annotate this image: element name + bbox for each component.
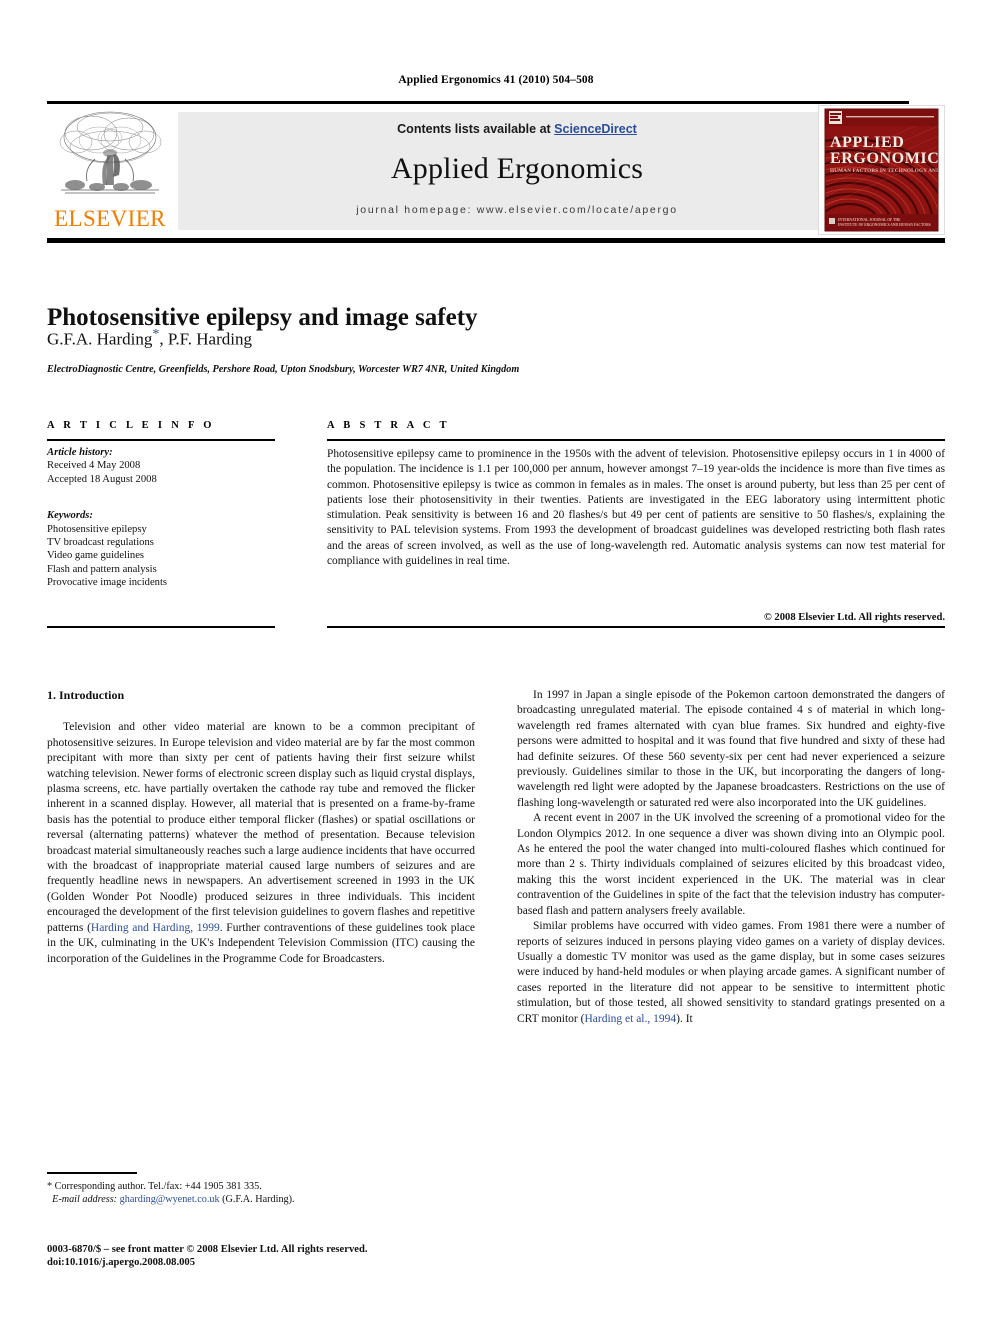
svg-text:APPLIED: APPLIED	[830, 134, 904, 151]
keywords-heading: Keywords:	[47, 510, 93, 522]
doi-line: doi:10.1016/j.apergo.2008.08.005	[47, 1257, 196, 1269]
keyword-item: Photosensitive epilepsy	[47, 523, 147, 535]
paragraph: A recent event in 2007 in the UK involve…	[517, 812, 945, 917]
article-history-accepted: Accepted 18 August 2008	[47, 473, 157, 485]
running-head: Applied Ergonomics 41 (2010) 504–508	[398, 74, 594, 86]
citation-link[interactable]: Harding and Harding, 1999	[91, 922, 220, 934]
paragraph: In 1997 in Japan a single episode of the…	[517, 689, 945, 809]
email-label: E-mail address:	[52, 1194, 118, 1206]
contents-available-line: Contents lists available at ScienceDirec…	[178, 122, 856, 136]
article-info-label: A R T I C L E I N F O	[47, 420, 215, 431]
paragraph-text: Similar problems have occurred with vide…	[517, 920, 945, 1025]
contents-band: Contents lists available at ScienceDirec…	[178, 112, 856, 230]
body-column-left: 1. Introduction Television and other vid…	[47, 688, 475, 967]
abstract-bottom-rule	[327, 626, 945, 628]
email-owner: (G.F.A. Harding).	[222, 1194, 295, 1206]
abstract-top-rule	[327, 439, 945, 441]
footnote-rule	[47, 1172, 137, 1174]
article-info-column: Article history: Received 4 May 2008 Acc…	[47, 446, 297, 592]
issn-line: 0003-6870/$ – see front matter © 2008 El…	[47, 1244, 368, 1255]
sciencedirect-link[interactable]: ScienceDirect	[554, 122, 637, 136]
paragraph: Similar problems have occurred with vide…	[517, 919, 945, 1027]
journal-title: Applied Ergonomics	[390, 152, 644, 185]
author-secondary: , P.F. Harding	[159, 329, 252, 349]
paragraph-text-tail: ). It	[676, 1012, 693, 1025]
issn-footer: 0003-6870/$ – see front matter © 2008 El…	[47, 1243, 517, 1270]
article-history-heading: Article history:	[47, 447, 113, 458]
header-bottom-rule	[47, 238, 945, 243]
publisher-wordmark: ELSEVIER	[54, 206, 166, 231]
svg-text:ERGONOMICS: ERGONOMICS	[830, 150, 944, 167]
publisher-logo[interactable]: ELSEVIER	[47, 105, 173, 235]
keyword-item: Video game guidelines	[47, 550, 145, 562]
svg-text:INSTITUTE OF ERGONOMICS AND HU: INSTITUTE OF ERGONOMICS AND HUMAN FACTOR…	[838, 223, 931, 227]
journal-homepage[interactable]: journal homepage: www.elsevier.com/locat…	[178, 204, 856, 216]
citation-link[interactable]: Harding et al., 1994	[584, 1013, 676, 1025]
footnote-block: * Corresponding author. Tel./fax: +44 19…	[47, 1180, 475, 1206]
header-top-rule	[47, 101, 909, 104]
section-heading-introduction: 1. Introduction	[47, 688, 125, 702]
email-link[interactable]: gharding@wyenet.co.uk	[120, 1194, 220, 1205]
abstract-text: Photosensitive epilepsy came to prominen…	[327, 448, 945, 568]
keyword-item: Flash and pattern analysis	[47, 563, 157, 575]
email-note: E-mail address: gharding@wyenet.co.uk (G…	[47, 1193, 475, 1206]
keyword-item: TV broadcast regulations	[47, 537, 154, 549]
elsevier-tree-icon	[51, 107, 169, 207]
article-history-received: Received 4 May 2008	[47, 460, 141, 472]
paragraph-text: Television and other video material are …	[47, 721, 475, 934]
author-primary: G.F.A. Harding	[47, 329, 153, 349]
journal-header-band: ELSEVIER Contents lists available at Sci…	[47, 105, 945, 235]
article-info-top-rule	[47, 439, 275, 441]
corresponding-author-note: * Corresponding author. Tel./fax: +44 19…	[47, 1181, 262, 1192]
article-info-bottom-rule	[47, 626, 275, 628]
abstract-copyright: © 2008 Elsevier Ltd. All rights reserved…	[763, 612, 945, 623]
paragraph: Television and other video material are …	[47, 721, 476, 965]
contents-prefix: Contents lists available at	[397, 122, 555, 136]
body-column-right: In 1997 in Japan a single episode of the…	[517, 688, 945, 1027]
svg-text:HUMAN FACTORS IN TECHNOLOGY AN: HUMAN FACTORS IN TECHNOLOGY AND SOCIETY	[830, 168, 944, 174]
abstract-label: A B S T R A C T	[327, 420, 450, 431]
journal-article-page: Applied Ergonomics 41 (2010) 504–508 ELS…	[0, 0, 992, 1323]
affiliation: ElectroDiagnostic Centre, Greenfields, P…	[47, 364, 520, 375]
svg-text:INTERNATIONAL JOURNAL OF THE: INTERNATIONAL JOURNAL OF THE	[838, 218, 901, 222]
journal-cover-thumbnail[interactable]: APPLIED ERGONOMICS HUMAN FACTORS IN TECH…	[818, 105, 945, 235]
keyword-item: Provocative image incidents	[47, 577, 168, 589]
author-list: G.F.A. Harding*, P.F. Harding	[47, 327, 847, 350]
